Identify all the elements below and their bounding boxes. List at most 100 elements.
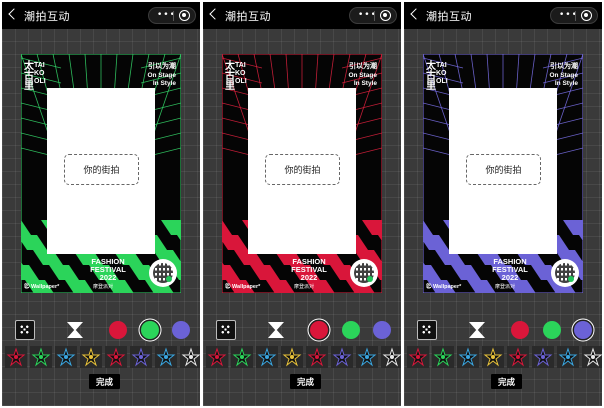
festival-title: FASHION FESTIVAL 2022 bbox=[485, 258, 535, 282]
star-sticker-icon[interactable] bbox=[256, 346, 278, 368]
color-swatch-purple[interactable] bbox=[373, 321, 391, 339]
star-sticker-icon[interactable] bbox=[432, 346, 454, 368]
wallpaper-logo: ㊣ Wallpaper* bbox=[24, 284, 60, 290]
done-button[interactable]: 完成 bbox=[491, 374, 522, 389]
star-sticker-icon[interactable] bbox=[55, 346, 77, 368]
festival-title-line-3: 2022 bbox=[300, 273, 318, 282]
star-sticker-icon[interactable] bbox=[130, 346, 152, 368]
star-sticker-icon[interactable] bbox=[155, 346, 177, 368]
page-title: 潮拍互动 bbox=[426, 10, 472, 23]
phone-screen-1: 潮拍互动 ••• 太古里 TAIKOOLI 引以为潮 On Stage In Style 你的… bbox=[2, 2, 200, 406]
star-sticker-icon[interactable] bbox=[306, 346, 328, 368]
festival-title: FASHION FESTIVAL 2022 bbox=[284, 258, 334, 282]
photo-upload-area[interactable]: 你的街拍 bbox=[248, 88, 356, 254]
sticker-row bbox=[203, 346, 401, 368]
poster-frame: 太古里 TAIKOOLI 引以为潮 On Stage In Style 你的街拍 FASHI… bbox=[222, 54, 382, 293]
slogan-en-line-1: On Stage bbox=[348, 72, 377, 79]
slogan: 引以为潮 On Stage In Style bbox=[549, 62, 578, 88]
done-button[interactable]: 完成 bbox=[89, 374, 120, 389]
color-swatch-green[interactable] bbox=[141, 321, 159, 339]
frame-tool-icon[interactable] bbox=[417, 320, 437, 340]
star-sticker-icon[interactable] bbox=[557, 346, 579, 368]
star-sticker-icon[interactable] bbox=[80, 346, 102, 368]
page-title: 潮拍互动 bbox=[225, 10, 271, 23]
photo-placeholder-label[interactable]: 你的街拍 bbox=[466, 154, 541, 185]
slogan-en-line-1: On Stage bbox=[147, 72, 176, 79]
tool-row bbox=[203, 320, 401, 342]
mini-program-capsule: ••• bbox=[550, 7, 598, 24]
phone-screen-2: 潮拍互动 ••• 太古里 TAIKOOLI 引以为潮 On Stage In Style 你的… bbox=[203, 2, 401, 406]
star-sticker-icon[interactable] bbox=[482, 346, 504, 368]
photo-placeholder-label[interactable]: 你的街拍 bbox=[64, 154, 139, 185]
color-swatch-green[interactable] bbox=[342, 321, 360, 339]
slogan: 引以为潮 On Stage In Style bbox=[348, 62, 377, 88]
brand-name-en: TAIKOOLI bbox=[235, 62, 247, 85]
slogan-cn: 引以为潮 bbox=[349, 63, 377, 70]
qr-code bbox=[149, 259, 177, 287]
brand-name-en: TAIKOOLI bbox=[34, 62, 46, 85]
star-sticker-icon[interactable] bbox=[457, 346, 479, 368]
photo-upload-area[interactable]: 你的街拍 bbox=[449, 88, 557, 254]
slogan-en-line-2: In Style bbox=[152, 80, 176, 87]
star-sticker-icon[interactable] bbox=[180, 346, 200, 368]
star-sticker-icon[interactable] bbox=[281, 346, 303, 368]
star-sticker-icon[interactable] bbox=[331, 346, 353, 368]
hourglass-tool-icon[interactable] bbox=[469, 322, 485, 338]
slogan: 引以为潮 On Stage In Style bbox=[147, 62, 176, 88]
frame-tool-icon[interactable] bbox=[216, 320, 236, 340]
star-sticker-icon[interactable] bbox=[582, 346, 602, 368]
chevron-left-icon[interactable] bbox=[410, 8, 422, 20]
done-button[interactable]: 完成 bbox=[290, 374, 321, 389]
photo-upload-area[interactable]: 你的街拍 bbox=[47, 88, 155, 254]
chevron-left-icon[interactable] bbox=[8, 8, 20, 20]
target-icon[interactable] bbox=[581, 10, 592, 21]
slogan-en-line-2: In Style bbox=[353, 80, 377, 87]
event-subtitle: 摩登派对 bbox=[495, 284, 516, 290]
hourglass-tool-icon[interactable] bbox=[67, 322, 83, 338]
frame-tool-icon[interactable] bbox=[15, 320, 35, 340]
color-swatch-red[interactable] bbox=[109, 321, 127, 339]
slogan-cn: 引以为潮 bbox=[148, 63, 176, 70]
star-sticker-icon[interactable] bbox=[407, 346, 429, 368]
color-swatch-purple[interactable] bbox=[172, 321, 190, 339]
slogan-en-line-1: On Stage bbox=[549, 72, 578, 79]
star-sticker-icon[interactable] bbox=[206, 346, 228, 368]
nav-bar: 潮拍互动 ••• bbox=[2, 2, 200, 29]
target-icon[interactable] bbox=[380, 10, 391, 21]
festival-title-line-3: 2022 bbox=[99, 273, 117, 282]
festival-title: FASHION FESTIVAL 2022 bbox=[83, 258, 133, 282]
star-sticker-icon[interactable] bbox=[30, 346, 52, 368]
hourglass-tool-icon[interactable] bbox=[268, 322, 284, 338]
color-swatch-red[interactable] bbox=[310, 321, 328, 339]
chevron-left-icon[interactable] bbox=[209, 8, 221, 20]
phone-screen-3: 潮拍互动 ••• 太古里 TAIKOOLI 引以为潮 On Stage In Style 你的… bbox=[404, 2, 602, 406]
sticker-row bbox=[404, 346, 602, 368]
brand-name-en: TAIKOOLI bbox=[436, 62, 448, 85]
tool-row bbox=[404, 320, 602, 342]
qr-code bbox=[350, 259, 378, 287]
star-sticker-icon[interactable] bbox=[532, 346, 554, 368]
color-swatch-green[interactable] bbox=[543, 321, 561, 339]
nav-bar: 潮拍互动 ••• bbox=[203, 2, 401, 29]
wallpaper-logo: ㊣ Wallpaper* bbox=[225, 284, 261, 290]
star-sticker-icon[interactable] bbox=[5, 346, 27, 368]
mini-program-capsule: ••• bbox=[349, 7, 397, 24]
event-subtitle: 摩登派对 bbox=[93, 284, 114, 290]
star-sticker-icon[interactable] bbox=[381, 346, 401, 368]
qr-code bbox=[551, 259, 579, 287]
wallpaper-logo: ㊣ Wallpaper* bbox=[426, 284, 462, 290]
mini-program-capsule: ••• bbox=[148, 7, 196, 24]
star-sticker-icon[interactable] bbox=[507, 346, 529, 368]
photo-placeholder-label[interactable]: 你的街拍 bbox=[265, 154, 340, 185]
star-sticker-icon[interactable] bbox=[231, 346, 253, 368]
tool-row bbox=[2, 320, 200, 342]
star-sticker-icon[interactable] bbox=[356, 346, 378, 368]
sticker-row bbox=[2, 346, 200, 368]
star-sticker-icon[interactable] bbox=[105, 346, 127, 368]
target-icon[interactable] bbox=[179, 10, 190, 21]
color-swatch-purple[interactable] bbox=[574, 321, 592, 339]
capsule-divider bbox=[575, 11, 576, 21]
poster-frame: 太古里 TAIKOOLI 引以为潮 On Stage In Style 你的街拍 FASHI… bbox=[21, 54, 181, 293]
screens-row: 潮拍互动 ••• 太古里 TAIKOOLI 引以为潮 On Stage In Style 你的… bbox=[0, 0, 604, 408]
color-swatch-red[interactable] bbox=[511, 321, 529, 339]
